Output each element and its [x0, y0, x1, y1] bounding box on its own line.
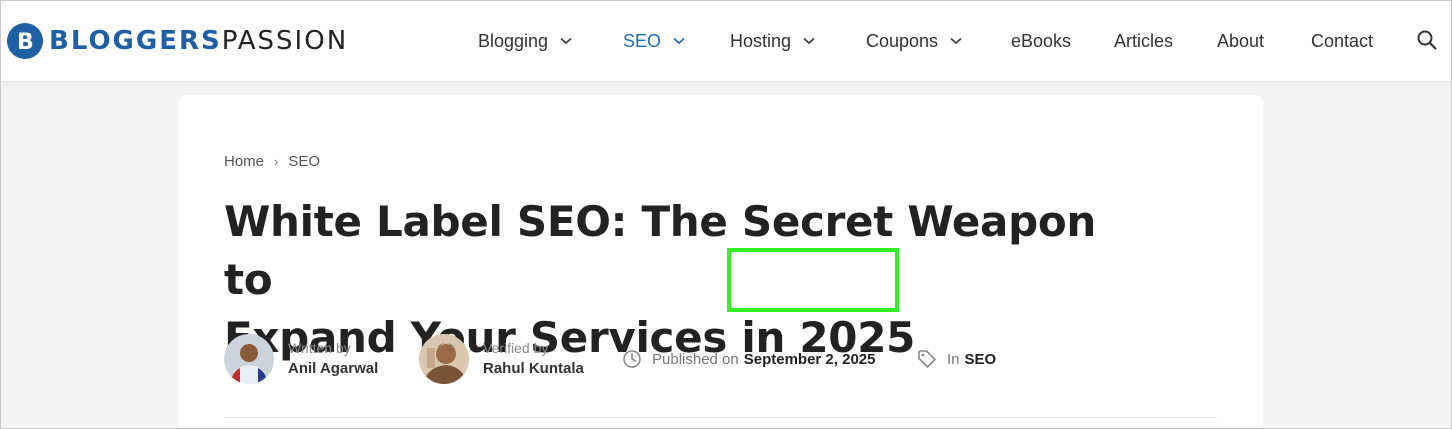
- nav-item-blogging[interactable]: Blogging: [478, 1, 572, 81]
- nav-item-hosting[interactable]: Hosting: [730, 1, 815, 81]
- author-name[interactable]: Anil Agarwal: [288, 358, 378, 380]
- nav-item-ebooks[interactable]: eBooks: [1011, 1, 1071, 81]
- svg-text:B: B: [17, 30, 34, 53]
- nav-item-label: Coupons: [866, 30, 939, 51]
- nav-item-contact[interactable]: Contact: [1311, 1, 1373, 81]
- chevron-down-icon: [673, 37, 685, 45]
- nav-item-label: eBooks: [1011, 30, 1072, 51]
- highlight-box: [727, 248, 899, 312]
- divider: [224, 417, 1217, 418]
- author-prefix: Written by: [288, 340, 351, 356]
- nav-item-label: Contact: [1311, 30, 1374, 51]
- breadcrumb-home-link[interactable]: Home: [224, 153, 264, 170]
- logo-text: BLOGGERSPASSION: [49, 23, 348, 59]
- nav-item-label: About: [1217, 30, 1265, 51]
- site-logo[interactable]: B BLOGGERSPASSION: [7, 23, 348, 59]
- nav-item-seo[interactable]: SEO: [623, 1, 685, 81]
- chevron-down-icon: [560, 37, 572, 45]
- breadcrumb-current-link[interactable]: SEO: [288, 153, 320, 170]
- author-meta: Written by Anil Agarwal: [224, 332, 378, 386]
- verifier-name[interactable]: Rahul Kuntala: [483, 358, 584, 380]
- category-prefix: In: [947, 350, 960, 368]
- nav-item-label: Blogging: [478, 30, 549, 51]
- logo-badge-icon: B: [7, 23, 43, 59]
- avatar-author[interactable]: [224, 334, 274, 384]
- tag-icon: [917, 349, 937, 369]
- verifier-prefix: Verified by: [483, 340, 549, 356]
- search-icon[interactable]: [1415, 28, 1439, 52]
- verifier-meta: Verified by Rahul Kuntala: [419, 332, 584, 386]
- page: B BLOGGERSPASSION Blogging SEO Hosting C…: [0, 0, 1452, 429]
- chevron-down-icon: [803, 37, 815, 45]
- nav-item-coupons[interactable]: Coupons: [866, 1, 962, 81]
- site-header: B BLOGGERSPASSION Blogging SEO Hosting C…: [1, 1, 1451, 81]
- category-link[interactable]: SEO: [965, 351, 997, 368]
- published-date: September 2, 2025: [743, 350, 876, 368]
- clock-icon: [622, 349, 642, 369]
- published-prefix: Published on: [652, 350, 739, 368]
- article-card: Home › SEO White Label SEO: The Secret W…: [179, 95, 1263, 428]
- title-line-1: White Label SEO: The Secret Weapon to: [224, 197, 1097, 304]
- logo-text-bloggers: BLOGGERS: [49, 26, 222, 56]
- avatar-verifier[interactable]: [419, 334, 469, 384]
- nav-item-articles[interactable]: Articles: [1114, 1, 1173, 81]
- nav-item-label: Articles: [1114, 30, 1174, 51]
- published-meta: Published on September 2, 2025: [622, 332, 875, 386]
- nav-item-label: Hosting: [730, 30, 792, 51]
- nav-item-label: SEO: [623, 30, 662, 51]
- breadcrumb-separator-icon: ›: [274, 154, 279, 169]
- chevron-down-icon: [950, 37, 962, 45]
- logo-text-passion: PASSION: [221, 26, 349, 56]
- breadcrumb: Home › SEO: [224, 153, 320, 170]
- category-meta: In SEO: [917, 332, 996, 386]
- nav-item-about[interactable]: About: [1217, 1, 1264, 81]
